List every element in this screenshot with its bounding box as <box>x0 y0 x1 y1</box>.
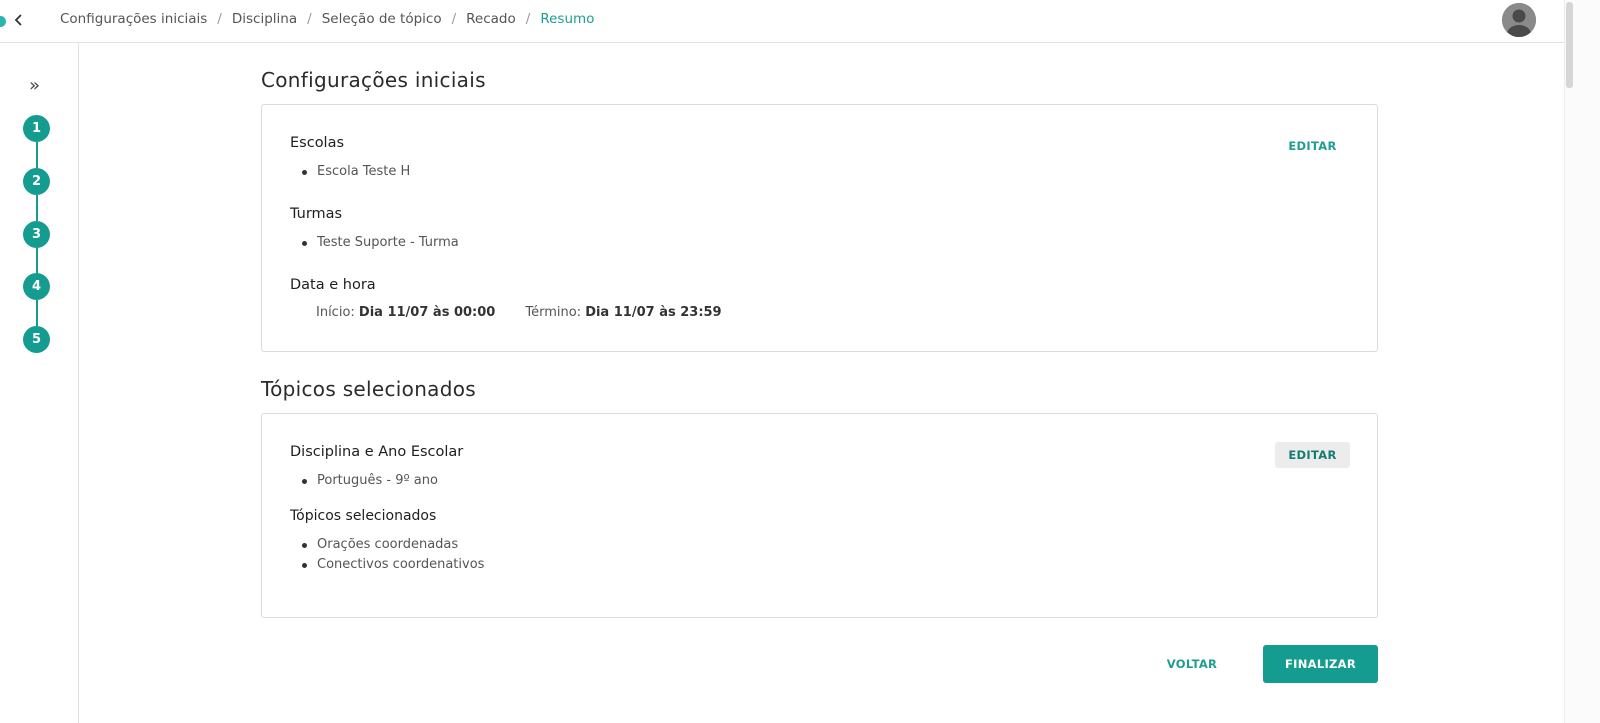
step-connector <box>36 195 38 221</box>
start-value: Dia 11/07 às 00:00 <box>358 305 496 320</box>
breadcrumb-item-selecao-topico[interactable]: Seleção de tópico <box>322 11 442 27</box>
breadcrumb-separator: / <box>525 11 531 27</box>
config-card: Escolas EDITAR Escola Teste H Turmas Tes… <box>261 104 1378 352</box>
datetime-heading: Data e hora <box>290 277 376 293</box>
breadcrumb-separator: / <box>451 11 457 27</box>
top-bar: Configurações iniciais / Disciplina / Se… <box>0 0 1564 43</box>
breadcrumb-separator: / <box>217 11 222 27</box>
step-4[interactable]: 4 <box>23 273 50 300</box>
topics-section-title: Tópicos selecionados <box>261 377 476 401</box>
discipline-list: Português - 9º ano <box>302 471 438 491</box>
escolas-list: Escola Teste H <box>302 162 410 182</box>
breadcrumb-item-disciplina[interactable]: Disciplina <box>232 11 297 27</box>
back-button[interactable] <box>11 11 27 29</box>
breadcrumb-item-recado[interactable]: Recado <box>466 11 516 27</box>
stepper-sidebar: » 1 2 3 4 5 <box>0 43 79 723</box>
double-chevron-right-icon[interactable]: » <box>29 77 40 95</box>
finish-button[interactable]: FINALIZAR <box>1263 645 1378 683</box>
breadcrumb: Configurações iniciais / Disciplina / Se… <box>60 11 594 27</box>
end-date: Término: Dia 11/07 às 23:59 <box>525 305 721 320</box>
step-connector <box>36 300 38 326</box>
status-dot <box>0 16 6 27</box>
topics-card: Disciplina e Ano Escolar EDITAR Portuguê… <box>261 413 1378 618</box>
topics-heading: Tópicos selecionados <box>290 508 437 524</box>
avatar[interactable] <box>1502 3 1536 37</box>
edit-topics-button[interactable]: EDITAR <box>1275 442 1350 468</box>
breadcrumb-item-configuracoes[interactable]: Configurações iniciais <box>60 11 207 27</box>
scrollbar-track[interactable] <box>1564 0 1600 723</box>
start-label: Início: <box>316 305 355 320</box>
turmas-heading: Turmas <box>290 206 343 222</box>
date-range: Início: Dia 11/07 às 00:00 Término: Dia … <box>316 305 722 320</box>
escolas-heading: Escolas <box>290 135 345 151</box>
step-1[interactable]: 1 <box>23 115 50 142</box>
list-item: Conectivos coordenativos <box>302 555 484 575</box>
discipline-heading: Disciplina e Ano Escolar <box>290 444 464 460</box>
topics-list: Orações coordenadas Conectivos coordenat… <box>302 535 484 575</box>
start-date: Início: Dia 11/07 às 00:00 <box>316 305 495 320</box>
step-2[interactable]: 2 <box>23 168 50 195</box>
step-connector <box>36 142 38 168</box>
chevron-left-icon <box>14 14 22 26</box>
breadcrumb-separator: / <box>307 11 312 27</box>
edit-config-button[interactable]: EDITAR <box>1275 133 1350 159</box>
list-item: Português - 9º ano <box>302 471 438 491</box>
scrollbar-thumb[interactable] <box>1566 2 1573 88</box>
user-avatar-icon <box>1502 3 1536 37</box>
end-value: Dia 11/07 às 23:59 <box>585 305 722 320</box>
back-action-button[interactable]: VOLTAR <box>1156 648 1228 680</box>
list-item: Orações coordenadas <box>302 535 484 555</box>
step-3[interactable]: 3 <box>23 221 50 248</box>
list-item: Escola Teste H <box>302 162 410 182</box>
step-connector <box>36 248 38 274</box>
step-5[interactable]: 5 <box>23 326 50 353</box>
config-section-title: Configurações iniciais <box>261 68 486 92</box>
list-item: Teste Suporte - Turma <box>302 233 459 253</box>
breadcrumb-item-resumo: Resumo <box>540 11 595 27</box>
turmas-list: Teste Suporte - Turma <box>302 233 459 253</box>
end-label: Término: <box>525 305 582 320</box>
